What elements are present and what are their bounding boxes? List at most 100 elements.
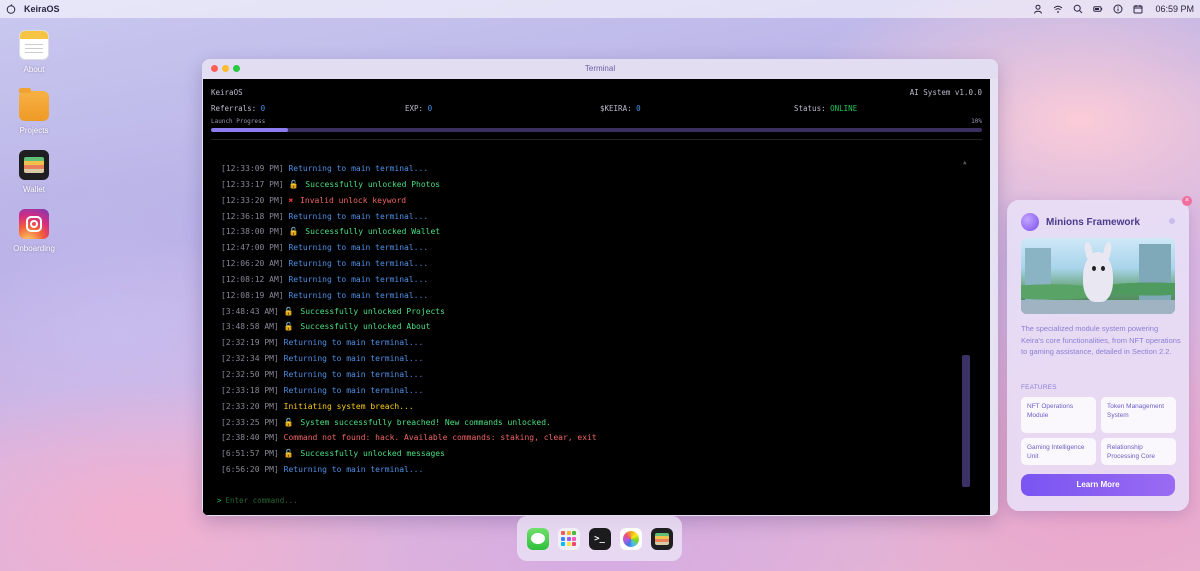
search-icon[interactable] [1073, 4, 1083, 14]
battery-icon[interactable] [1093, 4, 1103, 14]
log-timestamp: [12:08:19 AM] [221, 290, 284, 300]
status-dot [1169, 218, 1175, 224]
log-timestamp: [2:32:50 PM] [221, 369, 279, 379]
log-line: [2:33:20 PM] Initiating system breach... [221, 399, 961, 415]
feature-card[interactable]: Token Management System [1101, 397, 1176, 433]
framework-avatar [1021, 213, 1039, 231]
log-line: [12:33:20 PM] ✖ Invalid unlock keyword [221, 193, 961, 209]
exp-label: EXP: [405, 104, 424, 113]
exp-stat: EXP: 0 [405, 104, 432, 113]
panel-close-button[interactable]: × [1182, 196, 1192, 206]
progress-percent: 10% [971, 118, 982, 125]
unlock-icon: 🔓 [283, 449, 294, 459]
log-timestamp: [2:33:20 PM] [221, 401, 279, 411]
header-divider [211, 139, 982, 140]
menubar-status: 06:59 PM [1033, 4, 1194, 14]
progress-label: Launch Progress [211, 118, 266, 125]
wallet-icon[interactable] [650, 527, 673, 550]
folder-icon [19, 88, 49, 121]
log-message: Returning to main terminal... [283, 369, 424, 379]
log-timestamp: [12:38:00 PM] [221, 227, 284, 237]
log-timestamp: [6:51:57 PM] [221, 449, 279, 459]
log-line: [12:38:00 PM] 🔓 Successfully unlocked Wa… [221, 224, 961, 240]
learn-more-button[interactable]: Learn More [1021, 474, 1175, 496]
command-prompt[interactable]: > [217, 496, 726, 505]
scroll-up-icon[interactable]: ▲ [963, 159, 967, 166]
launch-progress-fill [211, 128, 289, 132]
log-line: [12:08:12 AM] Returning to main terminal… [221, 272, 961, 288]
desktop-icon-onboarding[interactable]: Onboarding [4, 209, 64, 253]
launch-progress-bar [211, 128, 982, 132]
log-timestamp: [12:33:09 PM] [221, 164, 284, 173]
unlock-icon: 🔓 [283, 322, 294, 332]
exp-value: 0 [427, 104, 433, 113]
terminal-window[interactable]: Terminal KeiraOS AI System v1.0.0 Referr… [202, 59, 998, 516]
info-icon[interactable] [1113, 4, 1123, 14]
log-timestamp: [2:38:40 PM] [221, 433, 279, 443]
terminal-body[interactable]: KeiraOS AI System v1.0.0 Referrals: 0 EX… [203, 79, 990, 515]
log-message: Returning to main terminal... [283, 385, 424, 395]
desktop-icon-wallet[interactable]: Wallet [4, 150, 64, 194]
log-timestamp: [3:48:58 AM] [221, 322, 279, 332]
log-timestamp: [6:56:20 PM] [221, 465, 279, 475]
log-line: [12:36:18 PM] Returning to main terminal… [221, 209, 961, 225]
command-input[interactable] [225, 496, 726, 505]
log-message: Successfully unlocked messages [300, 449, 445, 459]
log-line: [12:47:00 PM] Returning to main terminal… [221, 240, 961, 256]
wifi-icon[interactable] [1053, 4, 1063, 14]
menubar: KeiraOS 06:59 PM [0, 0, 1200, 18]
log-message: Successfully unlocked Wallet [305, 227, 441, 237]
apple-icon[interactable] [6, 4, 16, 14]
feature-card[interactable]: Relationship Processing Core [1101, 438, 1176, 465]
log-message: Returning to main terminal... [288, 259, 429, 269]
clock[interactable]: 06:59 PM [1155, 4, 1194, 14]
log-message: Returning to main terminal... [288, 274, 429, 284]
log-line: [2:33:18 PM] Returning to main terminal.… [221, 383, 961, 399]
log-line: [2:32:50 PM] Returning to main terminal.… [221, 367, 961, 383]
desktop-icon-projects[interactable]: Projects [4, 88, 64, 135]
minion-illustration [1021, 238, 1175, 314]
status-value: ONLINE [830, 104, 858, 113]
log-timestamp: [12:47:00 PM] [221, 243, 284, 253]
log-timestamp: [12:06:20 AM] [221, 259, 284, 269]
referrals-value: 0 [260, 104, 266, 113]
window-title: Terminal [584, 64, 616, 73]
log-message: Returning to main terminal... [288, 211, 429, 221]
system-version: AI System v1.0.0 [909, 88, 982, 97]
terminal-titlebar[interactable]: Terminal [202, 59, 998, 79]
user-icon[interactable] [1033, 4, 1043, 14]
desktop-icon-label: Wallet [23, 185, 45, 194]
maximize-window-button[interactable] [233, 65, 240, 72]
os-brand[interactable]: KeiraOS [24, 4, 60, 14]
panel-title: Minions Framework [1046, 216, 1140, 228]
log-line: [3:48:43 AM] 🔓 Successfully unlocked Pro… [221, 304, 961, 320]
calendar-icon[interactable] [1133, 4, 1143, 14]
unlock-icon: 🔓 [288, 179, 299, 189]
desktop-icon-about[interactable]: About [4, 30, 64, 74]
close-window-button[interactable] [211, 65, 218, 72]
log-message: Returning to main terminal... [288, 164, 429, 173]
wallet-icon [19, 150, 49, 180]
feature-card[interactable]: Gaming Intelligence Unit [1021, 438, 1096, 465]
log-scrollbar[interactable] [962, 355, 970, 487]
log-line: [2:32:19 PM] Returning to main terminal.… [221, 335, 961, 351]
log-line: [12:08:19 AM] Returning to main terminal… [221, 288, 961, 304]
log-message: Returning to main terminal... [288, 243, 429, 253]
feature-card[interactable]: NFT Operations Module [1021, 397, 1096, 433]
minimize-window-button[interactable] [222, 65, 229, 72]
referrals-label: Referrals: [211, 104, 257, 113]
messages-icon[interactable] [526, 527, 549, 550]
log-message: Returning to main terminal... [283, 354, 424, 364]
terminal-icon[interactable]: >_ [588, 527, 611, 550]
log-timestamp: [2:33:18 PM] [221, 385, 279, 395]
log-timestamp: [12:33:17 PM] [221, 179, 284, 189]
os-name: KeiraOS [211, 88, 243, 97]
log-timestamp: [2:32:19 PM] [221, 338, 279, 348]
launchpad-icon[interactable] [557, 527, 580, 550]
unlock-icon: 🔓 [288, 227, 299, 237]
log-line: [6:51:57 PM] 🔓 Successfully unlocked mes… [221, 446, 961, 462]
photos-icon[interactable] [619, 527, 642, 550]
prompt-caret: > [217, 496, 222, 505]
unlock-icon: 🔓 [283, 306, 294, 316]
desktop-icon-label: About [23, 65, 45, 74]
